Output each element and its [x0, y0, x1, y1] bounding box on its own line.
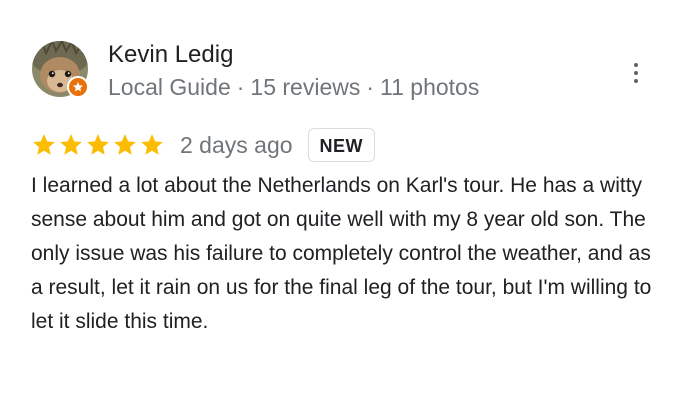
- more-vert-icon: [634, 71, 638, 75]
- star-icon: [60, 134, 82, 155]
- reviewer-review-count: 15 reviews: [250, 74, 361, 100]
- star-icon: [114, 134, 136, 155]
- star-rating: [31, 132, 165, 158]
- star-icon: [87, 134, 109, 155]
- reviewer-avatar[interactable]: [32, 41, 89, 98]
- reviewer-photo-count: 11 photos: [380, 74, 480, 100]
- review-text: I learned a lot about the Netherlands on…: [31, 174, 652, 333]
- more-vert-icon: [634, 79, 638, 83]
- meta-separator: ·: [236, 74, 245, 100]
- reviewer-meta[interactable]: Local Guide · 15 reviews · 11 photos: [108, 72, 479, 102]
- local-guide-star-icon: [67, 76, 89, 98]
- review-card: Kevin Ledig Local Guide · 15 reviews · 11 ph…: [0, 0, 679, 410]
- reviewer-level: Local Guide: [108, 74, 231, 100]
- more-vert-icon: [634, 63, 638, 67]
- meta-separator: ·: [366, 74, 375, 100]
- new-badge: NEW: [307, 128, 376, 162]
- star-icon: [141, 134, 163, 155]
- rating-row: 2 days ago NEW: [31, 127, 376, 163]
- star-icon: [33, 134, 55, 155]
- more-options-button[interactable]: [624, 58, 648, 88]
- review-age: 2 days ago: [180, 131, 293, 158]
- reviewer-name[interactable]: Kevin Ledig: [108, 40, 233, 70]
